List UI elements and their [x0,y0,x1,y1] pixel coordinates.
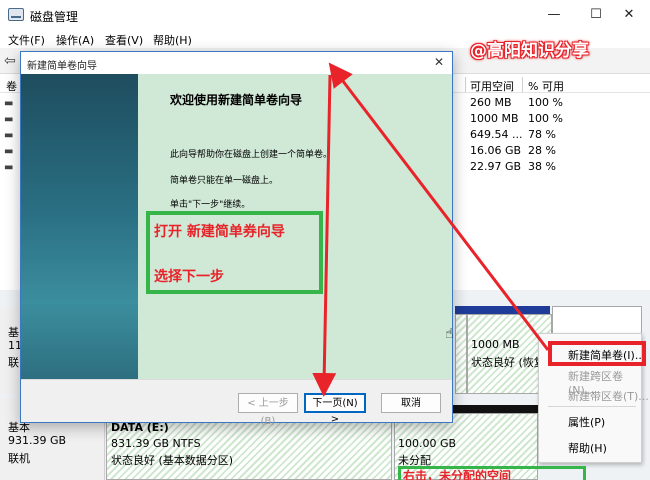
wizard-description: 简单卷只能在单一磁盘上。 [170,176,279,186]
partition-data-size: 831.39 GB NTFS [111,437,201,450]
table-cell-percent: 38 % [528,160,556,173]
disk-management-icon [8,8,24,21]
cancel-button[interactable]: 取消 [381,393,441,413]
volume-row-icon: ▬ [4,114,14,125]
disk-0-status: 联 [8,356,19,369]
wizard-close-icon[interactable]: ✕ [434,55,444,69]
partition-recovery-status: 状态良好 (恢复 [471,356,545,369]
partition-bar [455,306,550,314]
volume-row-icon: ▬ [4,98,14,109]
menu-item-help[interactable]: 帮助(H) [568,440,607,456]
menu-separator [548,406,636,407]
table-cell-percent: 28 % [528,144,556,157]
annotation-text: 右击，未分配的空间 [403,469,512,480]
menu-help[interactable]: 帮助(H) [153,32,192,48]
partition-hatched[interactable] [455,314,467,394]
menu-action[interactable]: 操作(A) [56,32,94,48]
volume-row-icon: ▬ [4,146,14,157]
annotation-text: 打开 新建简单券向导 [154,224,285,240]
partition-recovery-size: 1000 MB [471,338,520,351]
column-volume[interactable]: 卷 [6,78,17,94]
close-button[interactable]: ✕ [608,0,650,30]
menu-item-new-striped-volume: 新建带区卷(T)... [568,390,649,403]
table-cell-percent: 100 % [528,96,563,109]
table-cell-percent: 100 % [528,112,563,125]
next-button[interactable]: 下一页(N) > [304,393,366,425]
wizard-description: 此向导帮助你在磁盘上创建一个简单卷。 [170,150,333,160]
disk-1-size: 931.39 GB [8,434,67,447]
watermark: @高阳知识分享 [470,41,589,61]
column-percent-free[interactable]: % 可用 [528,78,564,94]
partition-unallocated-size: 100.00 GB [398,437,457,450]
table-cell-free: 1000 MB [470,112,519,125]
annotation-text: 选择下一步 [154,269,224,285]
wizard-title: 新建简单卷向导 [27,61,97,72]
column-free-space[interactable]: 可用空间 [470,78,514,94]
mouse-pointer-icon: ☝ [445,326,454,342]
wizard-heading: 欢迎使用新建简单卷向导 [170,93,303,107]
partition-data-status: 状态良好 (基本数据分区) [111,454,234,467]
menu-file[interactable]: 文件(F) [8,32,45,48]
menu-view[interactable]: 查看(V) [105,32,143,48]
window-title: 磁盘管理 [30,10,79,24]
table-cell-free: 16.06 GB [470,144,522,157]
annotation-highlight-box [548,341,646,366]
disk-1-status: 联机 [8,452,30,465]
back-button: < 上一步(B) [238,393,298,427]
volume-row-icon: ▬ [4,130,14,141]
back-arrow-icon[interactable]: ⇦ [4,53,16,69]
table-cell-free: 649.54 ... [470,128,523,141]
table-cell-free: 22.97 GB [470,160,522,173]
wizard-side-banner [21,74,138,379]
table-cell-percent: 78 % [528,128,556,141]
volume-row-icon: ▬ [4,162,14,173]
column-divider[interactable] [522,77,523,92]
menu-item-properties[interactable]: 属性(P) [568,414,605,430]
minimize-button[interactable]: — [533,0,575,30]
wizard-description: 单击"下一步"继续。 [170,200,251,210]
column-divider[interactable] [465,77,466,92]
disk-0-type: 基 [8,326,19,339]
table-cell-free: 260 MB [470,96,512,109]
